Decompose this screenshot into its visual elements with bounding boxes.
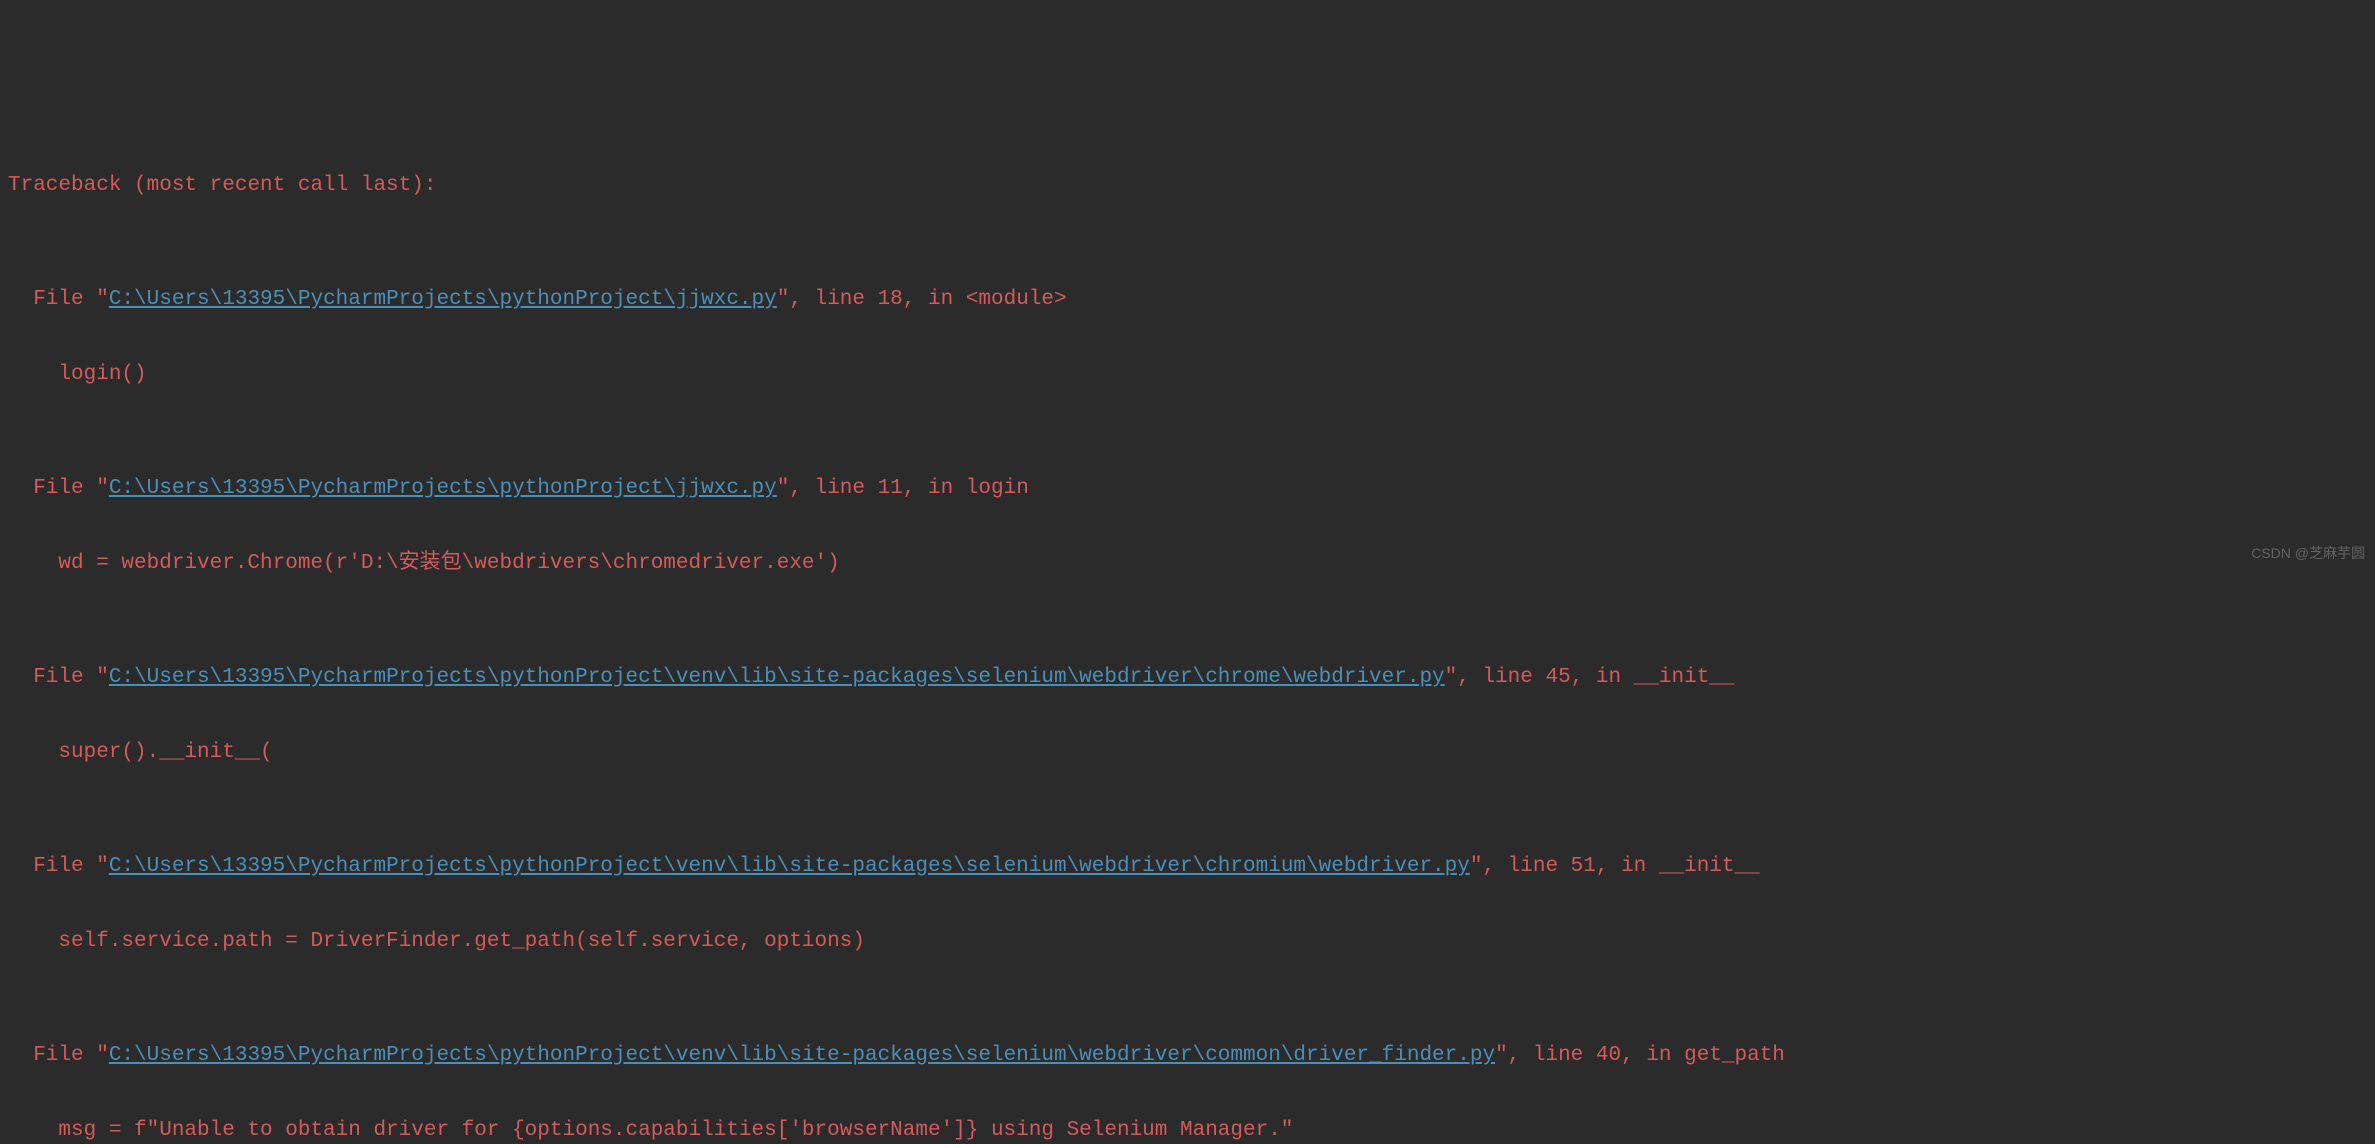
- traceback-frame-location: File "C:\Users\13395\PycharmProjects\pyt…: [8, 1037, 2367, 1075]
- traceback-frame-location: File "C:\Users\13395\PycharmProjects\pyt…: [8, 470, 2367, 508]
- traceback-frame-location: File "C:\Users\13395\PycharmProjects\pyt…: [8, 848, 2367, 886]
- file-prefix: File ": [33, 855, 109, 878]
- file-prefix: File ": [33, 288, 109, 311]
- file-suffix: ", line 11, in login: [777, 477, 1029, 500]
- file-suffix: ", line 45, in __init__: [1445, 666, 1735, 689]
- file-suffix: ", line 18, in <module>: [777, 288, 1067, 311]
- traceback-header: Traceback (most recent call last):: [8, 167, 2367, 205]
- traceback-frame-location: File "C:\Users\13395\PycharmProjects\pyt…: [8, 659, 2367, 697]
- file-path-link[interactable]: C:\Users\13395\PycharmProjects\pythonPro…: [109, 855, 1470, 878]
- watermark-text: CSDN @芝麻芋圆: [2251, 541, 2365, 566]
- file-path-link[interactable]: C:\Users\13395\PycharmProjects\pythonPro…: [109, 477, 777, 500]
- file-path-link[interactable]: C:\Users\13395\PycharmProjects\pythonPro…: [109, 288, 777, 311]
- traceback-frame-location: File "C:\Users\13395\PycharmProjects\pyt…: [8, 281, 2367, 319]
- traceback-code-line: super().__init__(: [8, 734, 2367, 772]
- file-path-link[interactable]: C:\Users\13395\PycharmProjects\pythonPro…: [109, 666, 1445, 689]
- traceback-code-line: self.service.path = DriverFinder.get_pat…: [8, 923, 2367, 961]
- file-prefix: File ": [33, 666, 109, 689]
- file-path-link[interactable]: C:\Users\13395\PycharmProjects\pythonPro…: [109, 1044, 1495, 1067]
- traceback-code-line: login(): [8, 356, 2367, 394]
- traceback-code-line: msg = f"Unable to obtain driver for {opt…: [8, 1112, 2367, 1144]
- file-prefix: File ": [33, 477, 109, 500]
- traceback-code-line: wd = webdriver.Chrome(r'D:\安装包\webdriver…: [8, 545, 2367, 583]
- file-suffix: ", line 51, in __init__: [1470, 855, 1760, 878]
- file-suffix: ", line 40, in get_path: [1495, 1044, 1785, 1067]
- file-prefix: File ": [33, 1044, 109, 1067]
